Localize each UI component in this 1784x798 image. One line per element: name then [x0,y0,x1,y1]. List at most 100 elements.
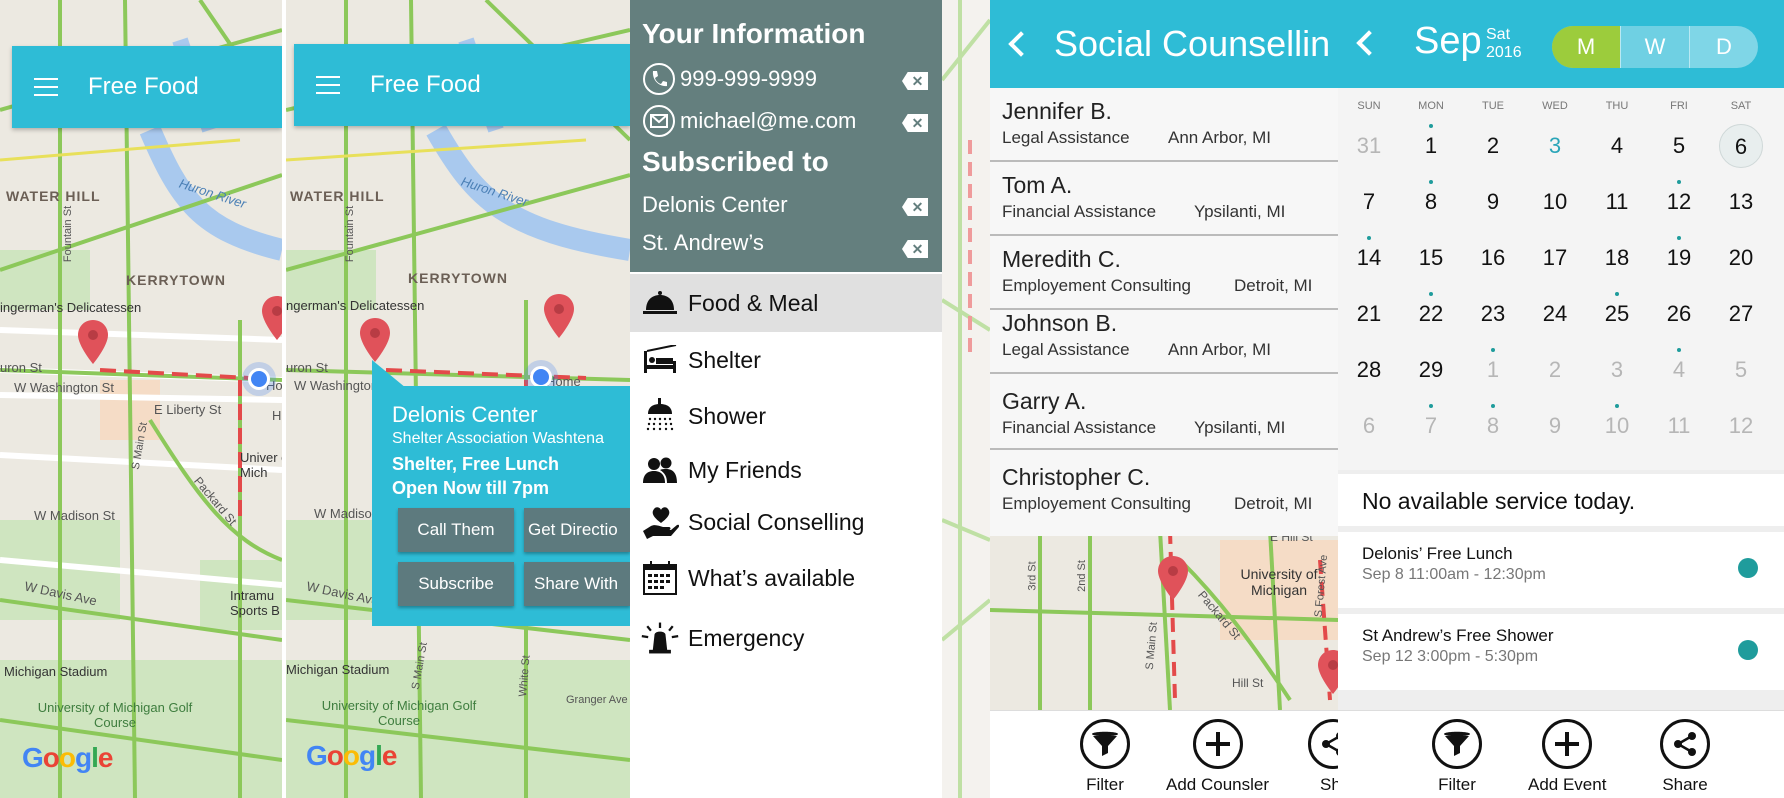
calendar-day[interactable]: 11 [1648,404,1710,460]
counselor-row[interactable]: Christopher C. Employement Consulting De… [990,450,1338,524]
calendar-day[interactable]: 16 [1462,236,1524,292]
event-marker [1491,348,1495,352]
menu-item-shower[interactable]: Shower [630,388,942,444]
event-row[interactable]: St Andrew’s Free Shower Sep 12 3:00pm - … [1338,614,1784,690]
calendar-day[interactable]: 5 [1710,348,1772,404]
calendar-day[interactable]: 9 [1524,404,1586,460]
add-event-button[interactable]: Add Event [1528,719,1606,795]
calendar-day[interactable]: 10 [1586,404,1648,460]
plus-icon [1542,719,1593,769]
counselor-location: Ann Arbor, MI [1168,340,1271,359]
counselor-type: Financial Assistance [1002,418,1157,437]
calendar-day[interactable]: 20 [1710,236,1772,292]
share-with-button[interactable]: Share With [524,562,630,606]
map-pin-icon[interactable] [1318,650,1338,694]
add-counsler-button[interactable]: Add Counsler [1166,719,1269,795]
calendar-day[interactable]: 1 [1400,124,1462,180]
calendar-day[interactable]: 23 [1462,292,1524,348]
calendar-day[interactable]: 8 [1462,404,1524,460]
remove-email-button[interactable]: ✕ [902,114,928,132]
counselor-row[interactable]: Garry A. Financial Assistance Ypsilanti,… [990,374,1338,450]
calendar-day[interactable]: 3 [1586,348,1648,404]
popup-hours: Open Now till 7pm [392,478,550,498]
map-label: W Madison St [34,508,115,523]
get-directions-button[interactable]: Get Directio [524,508,630,552]
map-label: WATER HILL [290,188,385,204]
unsubscribe-button[interactable]: ✕ [902,198,928,216]
map-pin-icon[interactable] [78,320,108,364]
calendar-day[interactable]: 2 [1462,124,1524,180]
calendar-day[interactable]: 27 [1710,292,1772,348]
share-button[interactable]: Share [1660,719,1710,795]
calendar-day[interactable]: 1 [1462,348,1524,404]
map-label: University of Michigan [1240,566,1318,598]
menu-icon[interactable] [34,78,58,96]
menu-item-emergency[interactable]: Emergency [630,610,942,666]
friends-icon [640,452,680,488]
calendar-day[interactable]: 7 [1338,180,1400,236]
calendar-day[interactable]: 26 [1648,292,1710,348]
calendar-day[interactable]: 12 [1648,180,1710,236]
calendar-day[interactable]: 17 [1524,236,1586,292]
menu-item-food-meal[interactable]: Food & Meal [630,274,942,332]
calendar-day[interactable]: 8 [1400,180,1462,236]
filter-button[interactable]: Filter [1432,719,1482,795]
calendar-day[interactable]: 4 [1648,348,1710,404]
calendar-day[interactable]: 29 [1400,348,1462,404]
filter-button[interactable]: Filter [1080,719,1130,795]
day-view-tab[interactable]: D [1690,26,1758,68]
map-pin-icon[interactable] [1158,556,1188,600]
calendar-day[interactable]: 7 [1400,404,1462,460]
subscribe-button[interactable]: Subscribe [398,562,514,606]
counselor-row[interactable]: Meredith C. Employement Consulting Detro… [990,236,1338,310]
calendar-day[interactable]: 24 [1524,292,1586,348]
calendar-day[interactable]: 19 [1648,236,1710,292]
menu-icon[interactable] [316,76,340,94]
calendar-day[interactable]: 21 [1338,292,1400,348]
calendar-day[interactable]: 4 [1586,124,1648,180]
category-menu: Food & Meal Shelter Shower My Friends So… [630,272,942,798]
calendar-day[interactable]: 9 [1462,180,1524,236]
back-icon[interactable] [1356,30,1382,56]
menu-item-my-friends[interactable]: My Friends [630,442,942,498]
calendar-day[interactable]: 15 [1400,236,1462,292]
month-view-tab[interactable]: M [1552,26,1620,68]
calendar-day[interactable]: 10 [1524,180,1586,236]
event-row[interactable]: Delonis’ Free Lunch Sep 8 11:00am - 12:3… [1338,532,1784,608]
event-status-dot [1738,640,1758,660]
counselor-row[interactable]: Jennifer B. Legal Assistance Ann Arbor, … [990,88,1338,162]
calendar-day-selected[interactable]: 6 [1710,124,1772,180]
calendar-day[interactable]: 25 [1586,292,1648,348]
menu-item-shelter[interactable]: Shelter [630,332,942,388]
calendar-day[interactable]: 5 [1648,124,1710,180]
calendar-day[interactable]: 18 [1586,236,1648,292]
phone-icon [643,63,675,95]
calendar-day[interactable]: 31 [1338,124,1400,180]
calendar-day[interactable]: 6 [1338,404,1400,460]
calendar-day[interactable]: 12 [1710,404,1772,460]
share-button[interactable]: Sh [1308,719,1338,795]
calendar-day[interactable]: 2 [1524,348,1586,404]
calendar-day[interactable]: 3 [1524,124,1586,180]
week-view-tab[interactable]: W [1620,26,1690,68]
google-logo: Google [22,742,113,773]
remove-phone-button[interactable]: ✕ [902,72,928,90]
unsubscribe-button[interactable]: ✕ [902,240,928,258]
calendar-day[interactable]: 14 [1338,236,1400,292]
back-icon[interactable] [1008,31,1034,57]
map-pin-icon[interactable] [262,296,282,340]
calendar-day[interactable]: 22 [1400,292,1462,348]
calendar-day[interactable]: 13 [1710,180,1772,236]
menu-item-social-conselling[interactable]: Social Conselling [630,494,942,550]
menu-item-whats-available[interactable]: What’s available [630,550,942,606]
counselor-row[interactable]: Johnson B. Legal Assistance Ann Arbor, M… [990,310,1338,374]
counselor-row[interactable]: Tom A. Financial Assistance Ypsilanti, M… [990,162,1338,236]
calendar-day[interactable]: 28 [1338,348,1400,404]
calendar-day[interactable]: 11 [1586,180,1648,236]
call-them-button[interactable]: Call Them [398,508,514,552]
map-label: WATER HILL [6,188,101,204]
map-pin-icon[interactable] [544,294,574,338]
user-info-panel: Your Information 999-999-9999 ✕ michael@… [630,0,942,272]
location-popup[interactable]: Delonis Center Shelter Association Washt… [372,386,630,626]
map-pin-icon[interactable] [360,318,390,362]
